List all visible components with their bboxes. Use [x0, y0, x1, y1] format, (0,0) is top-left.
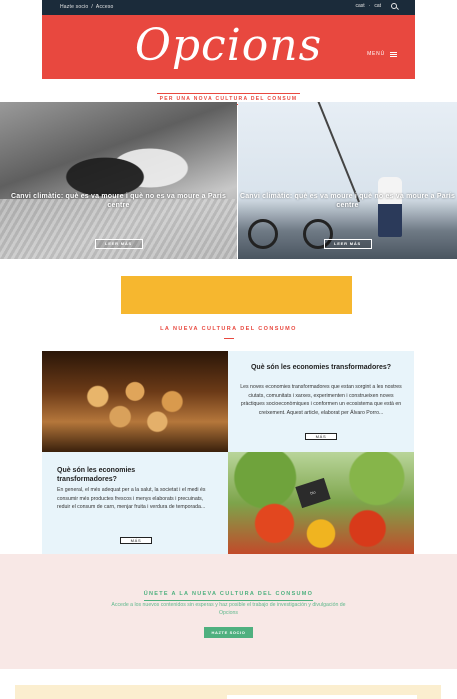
chalkboard-sign: bio — [295, 477, 331, 509]
top-bar: Hazte socio / Acceso cast · cat — [42, 0, 415, 15]
hamburger-icon — [390, 51, 397, 57]
access-link[interactable]: Acceso — [96, 4, 114, 10]
cta-title: ÚNETE A LA NUEVA CULTURA DEL CONSUMO — [0, 582, 457, 601]
featured-article-1[interactable]: Canvi climàtic: què es va moure i què no… — [0, 102, 237, 259]
featured-title[interactable]: Canvi climàtic: què es va moure i què no… — [238, 192, 457, 210]
bike-wheel — [248, 219, 278, 249]
featured-article-2[interactable]: Canvi climàtic: què es va moure i què no… — [238, 102, 457, 259]
link-separator: / — [91, 4, 93, 10]
card-title[interactable]: Què són les economies transformadores? — [228, 364, 414, 373]
menu-button[interactable]: MENÚ — [367, 51, 397, 57]
ad-banner[interactable] — [121, 276, 352, 314]
card-excerpt: En general, el més adequat per a la salu… — [57, 487, 206, 511]
read-more-button[interactable]: LEER MÁS — [94, 239, 143, 249]
cta-title-text: ÚNETE A LA NUEVA CULTURA DEL CONSUMO — [143, 591, 314, 601]
bread-image[interactable] — [42, 351, 228, 452]
become-member-button[interactable]: HAZTE SOCIO — [204, 627, 253, 638]
more-button[interactable]: MÁS — [305, 433, 337, 440]
lang-cast-link[interactable]: cast — [355, 3, 364, 9]
menu-label: MENÚ — [367, 51, 385, 57]
article-card-1[interactable]: Què són les economies transformadores? L… — [228, 351, 414, 452]
section-title: LA NUEVA CULTURA DEL CONSUMO — [0, 326, 457, 339]
join-link[interactable]: Hazte socio — [60, 4, 88, 10]
vegetables-image[interactable]: bio — [228, 452, 414, 554]
account-links: Hazte socio / Acceso — [60, 4, 117, 10]
more-button[interactable]: MÁS — [120, 537, 152, 544]
cta-description: Accede a los nuevos contenidos sin esper… — [111, 602, 346, 616]
footer-band — [15, 685, 441, 699]
card-excerpt: Les noves economies transformadores que … — [240, 384, 402, 416]
fishing-pole — [316, 102, 360, 203]
search-icon[interactable] — [391, 3, 397, 9]
article-card-2[interactable]: Què són les economies transformadores? E… — [42, 452, 228, 554]
lang-separator: · — [368, 3, 371, 9]
language-switch: cast · cat — [355, 3, 397, 9]
read-more-button[interactable]: LEER MÁS — [323, 239, 372, 249]
membership-cta: ÚNETE A LA NUEVA CULTURA DEL CONSUMO Acc… — [0, 554, 457, 669]
card-title[interactable]: Què són les economies transformadores? — [57, 467, 167, 484]
featured-title[interactable]: Canvi climàtic: què es va moure i què no… — [0, 192, 237, 210]
footer-input[interactable] — [227, 695, 417, 699]
site-header: Opcions MENÚ — [42, 15, 415, 79]
lang-cat-link[interactable]: cat — [374, 3, 381, 9]
site-logo[interactable]: Opcions — [42, 19, 415, 73]
